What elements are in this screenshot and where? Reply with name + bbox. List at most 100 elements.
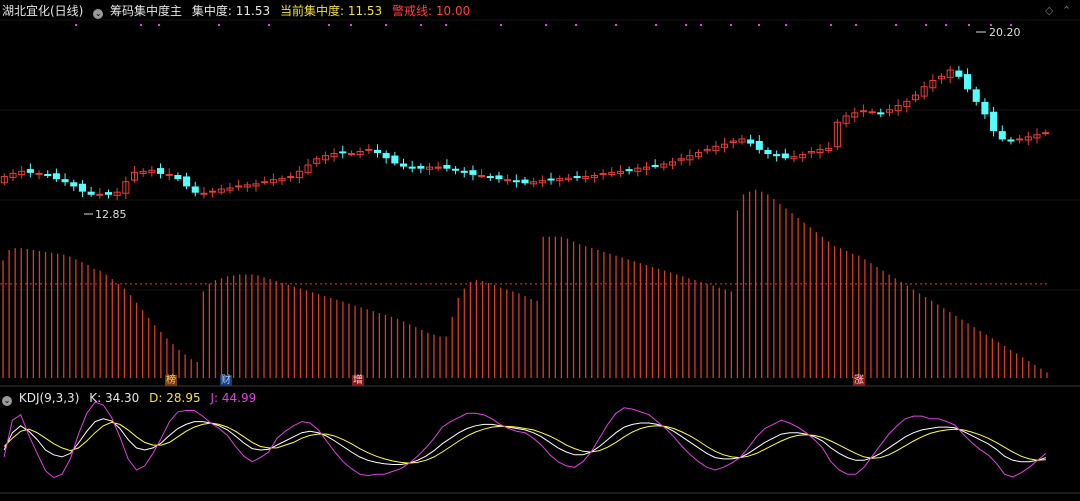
chevron-down-icon[interactable]: ⌄ bbox=[2, 396, 12, 406]
kdj-header: ⌄ KDJ(9,3,3) K: 34.30 D: 28.95 J: 44.99 bbox=[2, 391, 256, 406]
current-concentration-label: 当前集中度: bbox=[279, 4, 344, 18]
candle-body bbox=[200, 192, 208, 195]
signal-dot bbox=[328, 24, 330, 26]
candle-body bbox=[183, 176, 191, 187]
candle-body bbox=[547, 178, 555, 181]
event-marker-increase[interactable]: 增 bbox=[352, 375, 364, 386]
candlestick-series bbox=[0, 65, 1050, 201]
signal-dot bbox=[385, 24, 387, 26]
indicator-name[interactable]: 筹码集中度主 bbox=[110, 4, 182, 18]
signal-dot bbox=[925, 24, 927, 26]
candle-body bbox=[399, 163, 408, 167]
candle-body bbox=[512, 180, 520, 183]
signal-dot bbox=[420, 24, 422, 26]
kdj-line-k bbox=[3, 418, 1047, 465]
candle-body bbox=[452, 168, 460, 171]
signal-dot bbox=[545, 24, 547, 26]
candle-body bbox=[764, 149, 772, 155]
collapse-icon[interactable]: ⌃ bbox=[1062, 4, 1071, 17]
candle-body bbox=[70, 182, 78, 187]
event-marker-rank[interactable]: 榜 bbox=[165, 375, 177, 386]
candle-body bbox=[373, 149, 382, 154]
event-marker-finance[interactable]: 财 bbox=[220, 375, 232, 386]
signal-dot bbox=[218, 24, 220, 26]
candle-body bbox=[998, 131, 1006, 140]
signal-dot bbox=[730, 24, 732, 26]
candle-body bbox=[868, 111, 876, 114]
candle-body bbox=[1042, 132, 1050, 135]
kdj-line-d bbox=[3, 421, 1046, 464]
candle-body bbox=[460, 170, 468, 173]
event-marker-rise[interactable]: 涨 bbox=[853, 375, 865, 386]
expand-icon[interactable]: ◇ bbox=[1045, 4, 1053, 17]
candle-body bbox=[599, 172, 607, 175]
signal-dot bbox=[895, 24, 897, 26]
candle-body bbox=[165, 173, 173, 176]
candle-body bbox=[972, 89, 980, 102]
candle-body bbox=[78, 183, 86, 192]
signal-dot bbox=[268, 24, 270, 26]
signal-dot bbox=[575, 24, 577, 26]
d-label: D: bbox=[149, 391, 163, 405]
signal-dots bbox=[75, 24, 1012, 26]
candle-body bbox=[755, 140, 763, 150]
signal-dot bbox=[785, 24, 787, 26]
stock-name[interactable]: 湖北宜化(日线) bbox=[2, 4, 83, 18]
warning-label: 警戒线: bbox=[392, 4, 433, 18]
candle-body bbox=[1007, 139, 1015, 142]
candle-body bbox=[955, 70, 963, 77]
signal-dot bbox=[445, 24, 447, 26]
candle-body bbox=[287, 176, 295, 179]
signal-dot bbox=[685, 24, 687, 26]
candle-body bbox=[781, 153, 789, 159]
candle-body bbox=[747, 139, 755, 144]
candle-body bbox=[964, 74, 972, 90]
high-price-label: 20.20 bbox=[989, 26, 1021, 39]
candle-body bbox=[391, 155, 399, 164]
candle-body bbox=[174, 174, 182, 180]
candle-body bbox=[981, 101, 989, 115]
candle-body bbox=[235, 185, 243, 188]
signal-dot bbox=[615, 24, 617, 26]
k-label: K: bbox=[89, 391, 102, 405]
candle-body bbox=[209, 190, 217, 193]
candle-body bbox=[261, 181, 269, 184]
candle-body bbox=[408, 166, 416, 169]
candle-body bbox=[486, 176, 494, 179]
signal-dot bbox=[75, 24, 77, 26]
candle-body bbox=[347, 153, 355, 156]
candle-body bbox=[365, 148, 373, 151]
kdj-line-j bbox=[3, 401, 1047, 479]
candle-body bbox=[417, 166, 425, 169]
grid-lines bbox=[0, 19, 1080, 291]
candle-body bbox=[339, 151, 347, 154]
j-label: J: bbox=[210, 391, 219, 405]
signal-dot bbox=[158, 24, 160, 26]
signal-dot bbox=[140, 24, 142, 26]
signal-dot bbox=[655, 24, 657, 26]
concentration-value: 11.53 bbox=[235, 4, 271, 18]
candle-body bbox=[877, 112, 885, 115]
candle-body bbox=[104, 192, 113, 195]
signal-dot bbox=[968, 24, 970, 26]
kdj-name[interactable]: KDJ(9,3,3) bbox=[19, 391, 80, 405]
candle-body bbox=[573, 176, 581, 179]
signal-dot bbox=[758, 24, 760, 26]
candle-body bbox=[44, 173, 52, 176]
candle-body bbox=[495, 175, 503, 180]
candle-body bbox=[651, 164, 659, 167]
chevron-down-icon[interactable]: ⌄ bbox=[93, 9, 104, 19]
candle-body bbox=[382, 153, 390, 159]
candle-body bbox=[990, 111, 998, 132]
candle-body bbox=[469, 170, 477, 175]
candle-body bbox=[859, 110, 867, 113]
candle-body bbox=[52, 173, 60, 180]
candle-body bbox=[773, 154, 781, 157]
candle-body bbox=[191, 186, 199, 193]
candle-body bbox=[504, 179, 512, 182]
signal-dot bbox=[830, 24, 832, 26]
candle-body bbox=[443, 164, 451, 169]
candle-body bbox=[87, 191, 95, 195]
k-value: 34.30 bbox=[104, 391, 140, 405]
current-concentration-value: 11.53 bbox=[347, 4, 383, 18]
